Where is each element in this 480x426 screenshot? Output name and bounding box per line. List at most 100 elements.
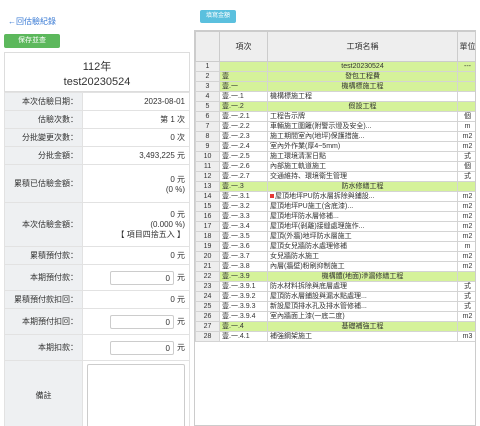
- item-code: 壹.一.3.9.1: [219, 281, 268, 292]
- info-row: 累積預付款扣回： 0 元: [4, 290, 190, 309]
- table-row[interactable]: 8 壹.一.2.3 施工期間室內(地坪)保護措施... m2: [195, 131, 475, 142]
- current-prepay-label: 本期預付款：: [4, 264, 83, 291]
- item-unit: 式: [457, 171, 475, 182]
- row-number: 28: [195, 331, 220, 342]
- info-row: 估驗次數： 第 1 次: [4, 110, 190, 129]
- current-amount-pct: (0.000 %): [150, 220, 185, 229]
- table-row[interactable]: 7 壹.一.2.2 車輛施工圍籬(附警示燈及安全)... m: [195, 121, 475, 132]
- item-name: 機構標施工程: [267, 81, 458, 92]
- table-row[interactable]: 25 壹.一.3.9.3 新設屋頂排水孔及排水管修補... 式: [195, 301, 475, 312]
- info-row: 本次估驗金額： 0 元 (0.000 %) 【 項目四捨五入 】: [4, 202, 190, 247]
- table-row[interactable]: 3 壹.一 機構標施工程: [195, 81, 475, 92]
- row-number: 20: [195, 251, 220, 262]
- table-row[interactable]: 24 壹.一.3.9.2 屋頂防水層鋪設與漏水點處理... 式: [195, 291, 475, 302]
- table-row[interactable]: 18 壹.一.3.5 屋頂(外牆)地坪防水層施工 m2: [195, 231, 475, 242]
- current-deduct-unit: 元: [177, 343, 185, 352]
- project-header: 112年 test20230524: [4, 52, 190, 92]
- row-number: 17: [195, 221, 220, 232]
- current-deduct-label: 本期扣款：: [4, 334, 83, 361]
- item-code: 壹.一.2.3: [219, 131, 268, 142]
- prepay-label: 累積預付款：: [4, 246, 83, 265]
- fill-amount-button[interactable]: 填寫金額: [200, 10, 236, 23]
- project-year: 112年: [82, 61, 112, 73]
- item-code: 壹.一.3.9.3: [219, 301, 268, 312]
- table-row[interactable]: 15 壹.一.3.2 屋頂地坪PU施工(含底漆)... m2: [195, 201, 475, 212]
- item-code: 壹.一: [219, 81, 268, 92]
- estimate-date-value: 2023-08-01: [82, 92, 190, 111]
- item-unit: m2: [457, 251, 475, 262]
- estimate-info-table: 本次估驗日期： 2023-08-01 估驗次數： 第 1 次 分批變更次數： 0…: [4, 92, 190, 426]
- row-number: 27: [195, 321, 220, 332]
- unit-header[interactable]: 單位: [457, 31, 475, 62]
- item-code: 壹.一.3.9: [219, 271, 268, 282]
- item-name: 室內外作業(厚4~5mm): [267, 141, 458, 152]
- table-row[interactable]: 5 壹.一.2 假設工程: [195, 101, 475, 112]
- item-name: 屋頂地坪PU施工(含底漆)...: [267, 201, 458, 212]
- table-row[interactable]: 12 壹.一.2.7 交通維持、環境衛生管理式: [195, 171, 475, 182]
- current-deduct-cell: 0元: [82, 334, 190, 361]
- table-row[interactable]: 21 壹.一.3.8 內層(牆壁)粉刷抑制施工 m2: [195, 261, 475, 272]
- item-unit: 式: [457, 151, 475, 162]
- row-number: 4: [195, 91, 220, 102]
- item-code: 壹: [219, 71, 268, 82]
- item-name: 防水材料拆除與底層處理: [267, 281, 458, 292]
- change-count-label: 分批變更次數：: [4, 128, 83, 147]
- table-row[interactable]: 20 壹.一.3.7 女兒牆防水施工 m2: [195, 251, 475, 262]
- table-row[interactable]: 19 壹.一.3.6 屋頂女兒牆防水處理修補 m: [195, 241, 475, 252]
- info-row: 本期預付扣回： 0元: [4, 308, 190, 335]
- item-code: 壹.一.3.9.4: [219, 311, 268, 322]
- back-to-estimate-records-link[interactable]: ←回估驗紀錄: [8, 16, 56, 27]
- item-name: 室內牆面上漆(一底二度): [267, 311, 458, 322]
- table-row[interactable]: 17 壹.一.3.4 屋頂地坪(剝離)接縫處理施作... m2: [195, 221, 475, 232]
- item-code: 壹.一.3.1: [219, 191, 268, 202]
- item-code: 壹.一.2.4: [219, 141, 268, 152]
- table-row[interactable]: 1 test20230524 ---: [195, 61, 475, 72]
- item-code: 壹.一.3.8: [219, 261, 268, 272]
- table-row[interactable]: 27 壹.一.4 基礎補強工程: [195, 321, 475, 332]
- table-row[interactable]: 23 壹.一.3.9.1 防水材料拆除與底層處理式: [195, 281, 475, 292]
- item-name-header[interactable]: 工項名稱: [267, 31, 458, 62]
- table-row[interactable]: 26 壹.一.3.9.4 室內牆面上漆(一底二度) m2: [195, 311, 475, 322]
- item-name: 內層(牆壁)粉刷抑制施工: [267, 261, 458, 272]
- info-row: 分批金額： 3,493,225 元: [4, 146, 190, 165]
- table-row[interactable]: 16 壹.一.3.3 屋頂地坪防水層修補... m2: [195, 211, 475, 222]
- row-number: 26: [195, 311, 220, 322]
- item-code-header[interactable]: 項次: [219, 31, 268, 62]
- item-unit: [457, 81, 475, 92]
- table-row[interactable]: 2 壹發包工程費: [195, 71, 475, 82]
- item-code: 壹.一.4.1: [219, 331, 268, 342]
- remark-label: 備註: [4, 360, 83, 426]
- table-row[interactable]: 10 壹.一.2.5 施工環境清潔日點式: [195, 151, 475, 162]
- prepay-value: 0 元: [82, 246, 190, 265]
- current-prepay-cell: 0元: [82, 264, 190, 291]
- current-prepay-input[interactable]: 0: [110, 270, 174, 285]
- table-row[interactable]: 13 壹.一.3 防水修繕工程: [195, 181, 475, 192]
- table-row[interactable]: 28 壹.一.4.1 補強鋼架施工 m3: [195, 331, 475, 342]
- current-recover-input[interactable]: 0: [110, 314, 174, 329]
- item-name: 內部施工軌道施工: [267, 161, 458, 172]
- item-unit: 式: [457, 291, 475, 302]
- item-code: 壹.一.3.7: [219, 251, 268, 262]
- row-number: 2: [195, 71, 220, 82]
- item-unit: 個: [457, 111, 475, 122]
- table-row[interactable]: 4 壹.一.1 機構標施工程: [195, 91, 475, 102]
- table-row[interactable]: 22 壹.一.3.9 機構體(地面)滲漏修繕工程: [195, 271, 475, 282]
- item-name-text: 屋頂地坪PU防水層拆除與鋪設...: [275, 193, 375, 200]
- batch-amount-value: 3,493,225 元: [82, 146, 190, 165]
- cumulative-amount-cell: 0 元 (0 %): [82, 164, 190, 203]
- item-unit: m: [457, 241, 475, 252]
- table-row[interactable]: 9 壹.一.2.4 室內外作業(厚4~5mm) m2: [195, 141, 475, 152]
- current-deduct-input[interactable]: 0: [110, 340, 174, 355]
- current-recover-label: 本期預付扣回：: [4, 308, 83, 335]
- item-name: 基礎補強工程: [267, 321, 458, 332]
- table-row[interactable]: 6 壹.一.2.1 工程告示牌個: [195, 111, 475, 122]
- row-number: 14: [195, 191, 220, 202]
- table-row[interactable]: 14 壹.一.3.1 屋頂地坪PU防水層拆除與鋪設... m2: [195, 191, 475, 202]
- item-unit: [457, 271, 475, 282]
- table-row[interactable]: 11 壹.一.2.6 內部施工軌道施工個: [195, 161, 475, 172]
- item-name: 機構體(地面)滲漏修繕工程: [267, 271, 458, 282]
- cumulative-recover-value: 0 元: [82, 290, 190, 309]
- save-summary-button[interactable]: 保存並查: [4, 34, 60, 48]
- remark-textarea[interactable]: [87, 363, 185, 426]
- item-code: 壹.一.2: [219, 101, 268, 112]
